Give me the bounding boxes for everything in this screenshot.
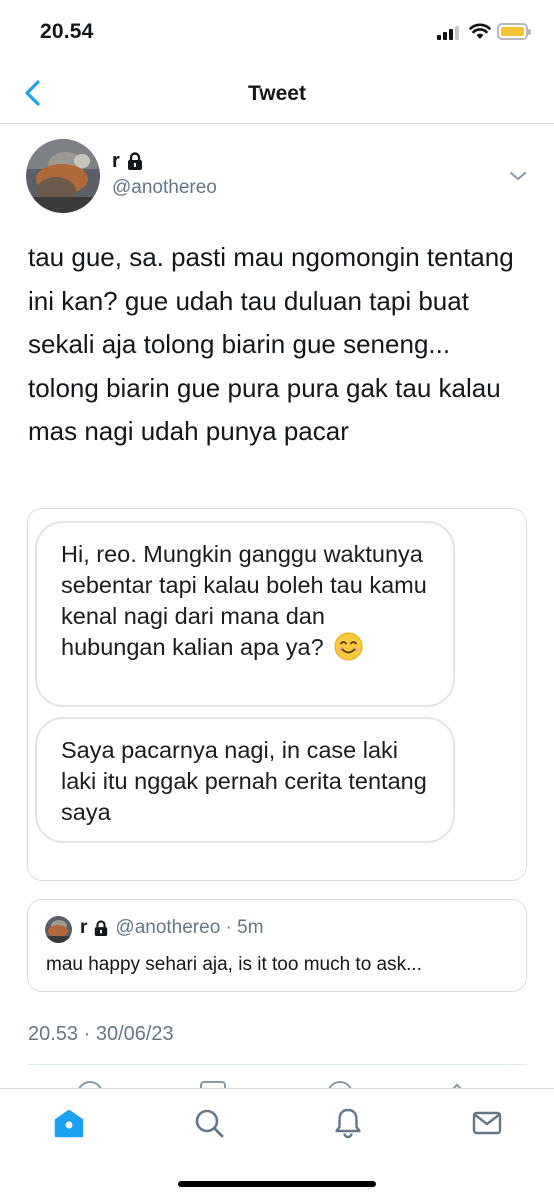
- chat-bubble-text: Hi, reo. Mungkin ganggu waktunya sebenta…: [61, 541, 427, 660]
- search-icon: [195, 1109, 224, 1138]
- home-icon: [54, 1109, 84, 1138]
- quote-text: mau happy sehari aja, is it too much to …: [46, 954, 422, 975]
- tab-notifications[interactable]: [328, 1103, 368, 1143]
- quote-handle-time: @anothereo · 5m: [115, 917, 264, 938]
- action-row: [0, 1076, 554, 1088]
- tweet-image[interactable]: Hi, reo. Mungkin ganggu waktunya sebenta…: [27, 508, 527, 881]
- tweet-timestamp: 20.53 · 30/06/23: [28, 1023, 174, 1045]
- author-avatar[interactable]: [26, 139, 100, 213]
- author-handle[interactable]: @anothereo: [112, 177, 217, 199]
- bell-icon: [335, 1108, 361, 1139]
- quote-header: r @anothereo · 5m: [80, 917, 264, 939]
- reply-icon[interactable]: [77, 1081, 103, 1088]
- signal-icon: [437, 26, 459, 40]
- tab-search[interactable]: [189, 1103, 229, 1143]
- battery-icon: [497, 23, 531, 40]
- divider: [28, 1064, 527, 1065]
- chat-bubble: Hi, reo. Mungkin ganggu waktunya sebenta…: [35, 521, 455, 707]
- quote-avatar: [45, 916, 72, 943]
- tab-messages[interactable]: [467, 1103, 507, 1143]
- status-bar: 20.54: [0, 0, 554, 62]
- chat-bubble: Saya pacarnya nagi, in case laki laki it…: [35, 717, 455, 843]
- page-title: Tweet: [248, 82, 306, 105]
- avatar-image: [26, 139, 100, 213]
- retweet-icon[interactable]: [200, 1081, 226, 1088]
- author-name[interactable]: r: [112, 150, 120, 173]
- wifi-icon: [469, 23, 491, 39]
- nav-header: Tweet: [0, 62, 554, 124]
- smiling-face-icon: [334, 632, 363, 661]
- tab-home[interactable]: [49, 1103, 89, 1143]
- lock-icon: [127, 152, 142, 170]
- like-icon[interactable]: [327, 1081, 353, 1088]
- mail-icon: [472, 1111, 502, 1135]
- chevron-down-icon: [510, 172, 526, 180]
- tweet-text: tau gue, sa. pasti mau ngomongin tentang…: [28, 242, 514, 446]
- quoted-tweet[interactable]: r @anothereo · 5m mau happy sehari aja, …: [27, 899, 527, 992]
- quote-author-name: r: [80, 917, 88, 938]
- lock-icon: [95, 919, 108, 936]
- status-time: 20.54: [40, 20, 94, 43]
- home-indicator: [178, 1181, 376, 1187]
- more-options-button[interactable]: [507, 168, 529, 184]
- chat-bubble-text: Saya pacarnya nagi, in case laki laki it…: [61, 737, 427, 825]
- author-name-row: r: [112, 150, 144, 173]
